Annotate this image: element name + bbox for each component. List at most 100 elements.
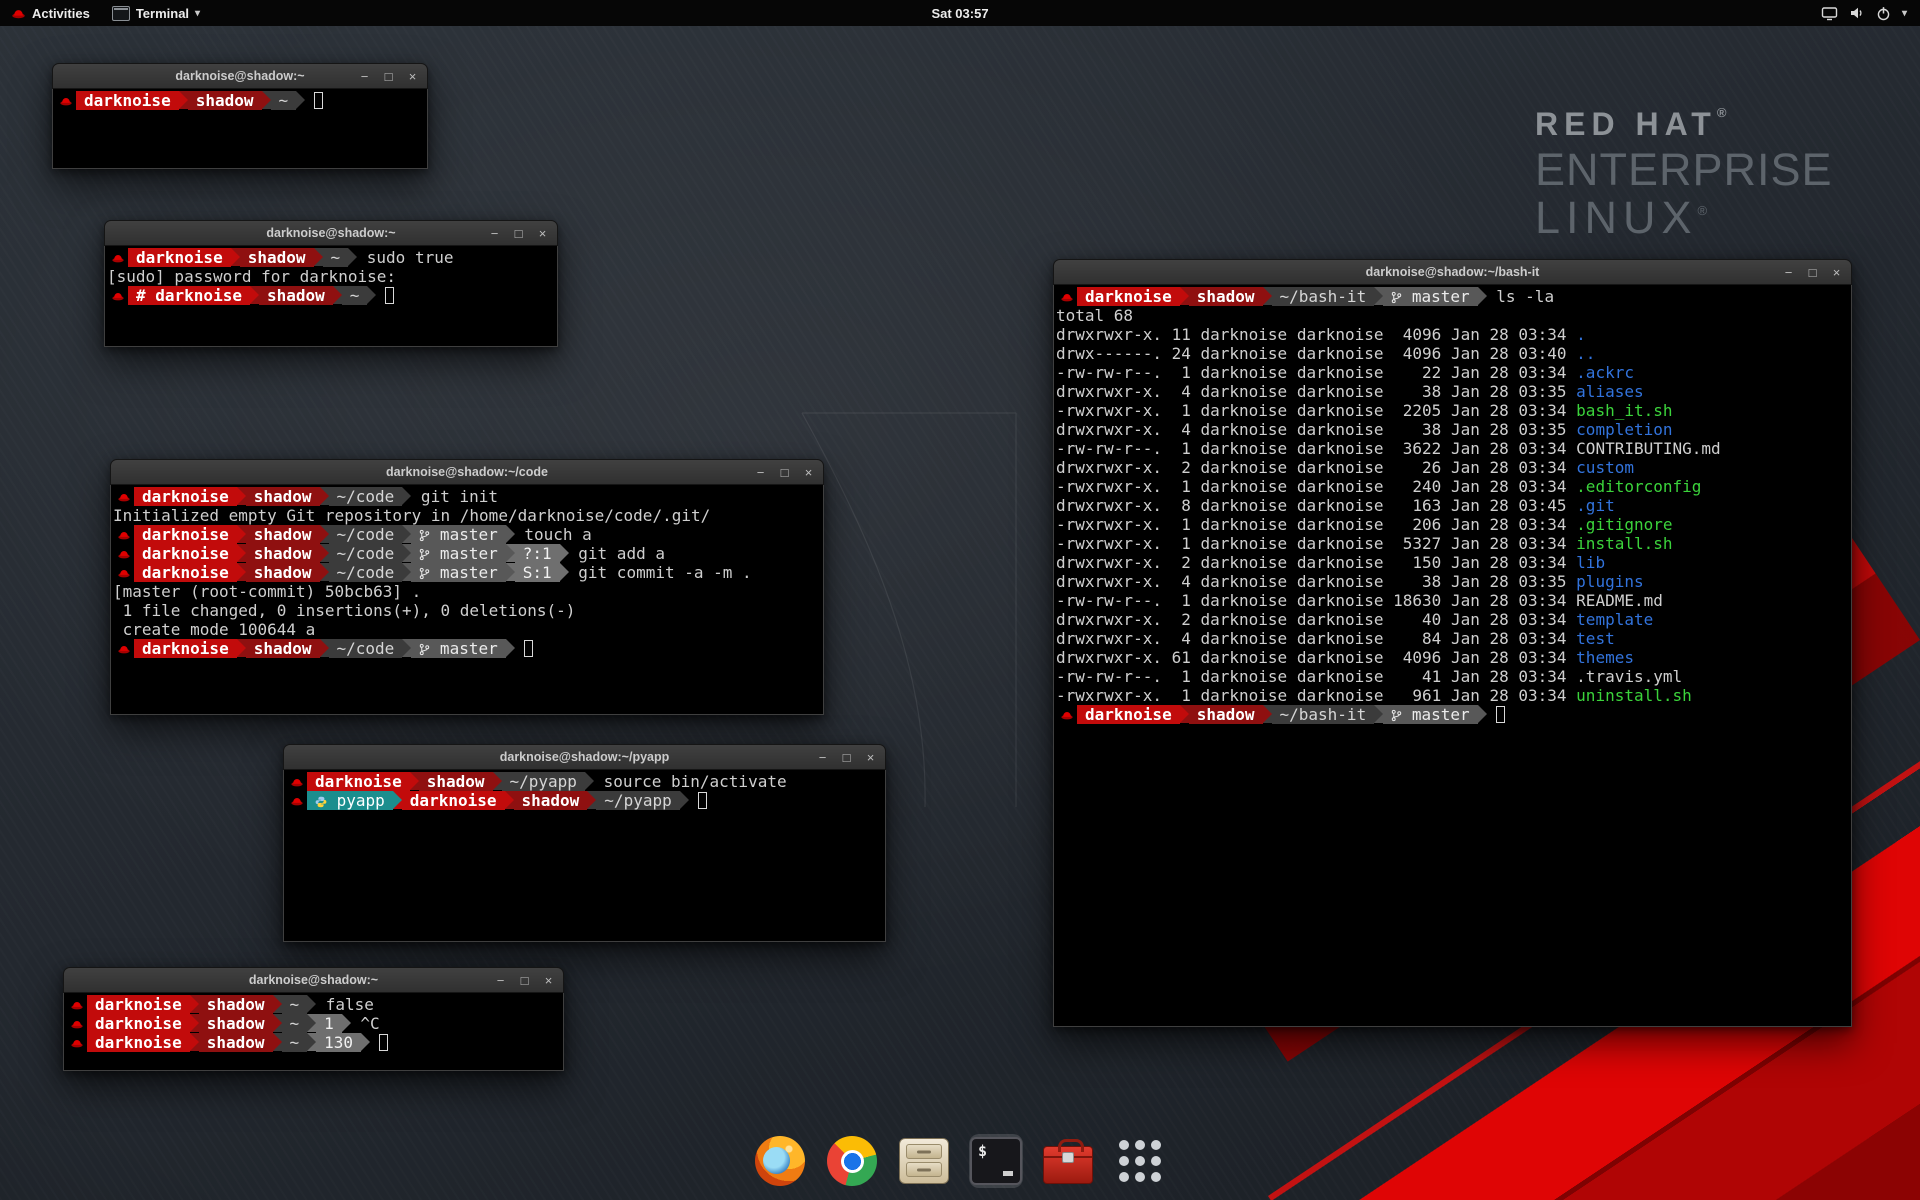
close-button[interactable]: ×: [539, 971, 558, 990]
prompt-segment-user: darknoise: [134, 487, 237, 506]
prompt-segment-user: darknoise: [1077, 705, 1180, 724]
terminal-content[interactable]: darknoiseshadow~ falsedarknoiseshadow~1 …: [63, 993, 564, 1071]
terminal-line: drwxrwxr-x. 2 darknoise darknoise 150 Ja…: [1056, 553, 1850, 572]
terminal-text: template: [1576, 610, 1653, 629]
toolbox-icon[interactable]: [1041, 1134, 1095, 1188]
terminal-content[interactable]: darknoiseshadow~: [52, 89, 428, 169]
close-button[interactable]: ×: [799, 463, 818, 482]
powerline-arrow: [506, 544, 515, 562]
maximize-button[interactable]: □: [379, 67, 398, 86]
app-menu-terminal[interactable]: Terminal ▾: [101, 0, 211, 26]
powerline-arrow: [393, 791, 402, 809]
chrome-icon[interactable]: [825, 1134, 879, 1188]
powerline-arrow: [179, 91, 188, 109]
prompt-segment-host: shadow: [246, 563, 320, 582]
minimize-button[interactable]: −: [485, 224, 504, 243]
terminal-text: Initialized empty Git repository in /hom…: [113, 506, 710, 525]
powerline-arrow: [1478, 705, 1487, 723]
power-icon: [1876, 6, 1891, 21]
powerline-arrow: [262, 91, 271, 109]
window-titlebar[interactable]: darknoise@shadow:~ − □ ×: [52, 63, 428, 89]
terminal-icon[interactable]: [969, 1134, 1023, 1188]
terminal-text: drwxrwxr-x. 2 darknoise darknoise 26 Jan…: [1056, 458, 1576, 477]
powerline-arrow: [585, 772, 594, 790]
powerline-arrow: [506, 639, 515, 657]
powerline-arrow: [402, 525, 411, 543]
terminal-line: darknoiseshadow~130: [66, 1033, 562, 1052]
powerline-arrow: [320, 544, 329, 562]
window-titlebar[interactable]: darknoise@shadow:~/bash-it − □ ×: [1053, 259, 1852, 285]
minimize-button[interactable]: −: [355, 67, 374, 86]
terminal-text: [master (root-commit) 50bcb63] .: [113, 582, 421, 601]
window-titlebar[interactable]: darknoise@shadow:~ − □ ×: [63, 967, 564, 993]
powerline-arrow: [190, 995, 199, 1013]
terminal-line: darknoiseshadow~/code masterS:1 git comm…: [113, 563, 822, 582]
close-button[interactable]: ×: [861, 748, 880, 767]
maximize-button[interactable]: □: [837, 748, 856, 767]
prompt-segment-path: ~: [323, 248, 349, 267]
prompt-segment-user: darknoise: [402, 791, 505, 810]
files-icon[interactable]: [897, 1134, 951, 1188]
brand-redhat: RED HAT®: [1535, 106, 1833, 140]
powerline-arrow: [190, 1014, 199, 1032]
prompt-segment-user: darknoise: [76, 91, 179, 110]
powerline-arrow: [273, 1033, 282, 1051]
app-grid-icon[interactable]: [1113, 1134, 1167, 1188]
maximize-button[interactable]: □: [1803, 263, 1822, 282]
terminal-text: bash_it.sh: [1576, 401, 1672, 420]
powerline-arrow: [506, 563, 515, 581]
powerline-arrow: [560, 544, 569, 562]
activities-button[interactable]: Activities: [0, 0, 101, 26]
powerline-arrow: [342, 1014, 351, 1032]
terminal-content[interactable]: darknoiseshadow~ sudo true[sudo] passwor…: [104, 246, 558, 347]
terminal-text: lib: [1576, 553, 1605, 572]
powerline-arrow: [250, 286, 259, 304]
terminal-content[interactable]: darknoiseshadow~/bash-it master ls -lato…: [1053, 285, 1852, 1027]
window-titlebar[interactable]: darknoise@shadow:~/pyapp − □ ×: [283, 744, 886, 770]
minimize-button[interactable]: −: [1779, 263, 1798, 282]
terminal-content[interactable]: darknoiseshadow~/code git initInitialize…: [110, 485, 824, 715]
terminal-line: total 68: [1056, 306, 1850, 325]
prompt-segment-git: master: [411, 544, 505, 563]
terminal-line: darknoiseshadow~/bash-it master: [1056, 705, 1850, 724]
maximize-button[interactable]: □: [509, 224, 528, 243]
minimize-button[interactable]: −: [491, 971, 510, 990]
close-button[interactable]: ×: [533, 224, 552, 243]
redhat-prompt-icon: [66, 1033, 87, 1052]
firefox-icon[interactable]: [753, 1134, 807, 1188]
clock[interactable]: Sat 03:57: [931, 6, 988, 21]
redhat-icon: [11, 6, 26, 21]
prompt-segment-host: shadow: [259, 286, 333, 305]
window-title: darknoise@shadow:~/bash-it: [1366, 265, 1540, 279]
maximize-button[interactable]: □: [515, 971, 534, 990]
powerline-arrow: [410, 772, 419, 790]
terminal-line: -rw-rw-r--. 1 darknoise darknoise 18630 …: [1056, 591, 1850, 610]
close-button[interactable]: ×: [403, 67, 422, 86]
maximize-button[interactable]: □: [775, 463, 794, 482]
terminal-line: Initialized empty Git repository in /hom…: [113, 506, 822, 525]
terminal-line: drwxrwxr-x. 8 darknoise darknoise 163 Ja…: [1056, 496, 1850, 515]
powerline-arrow: [237, 639, 246, 657]
close-button[interactable]: ×: [1827, 263, 1846, 282]
prompt-segment-path: ~: [282, 1033, 308, 1052]
prompt-segment-host: shadow: [246, 487, 320, 506]
terminal-text: CONTRIBUTING.md: [1576, 439, 1721, 458]
powerline-arrow: [320, 639, 329, 657]
minimize-button[interactable]: −: [813, 748, 832, 767]
powerline-arrow: [231, 248, 240, 266]
window-titlebar[interactable]: darknoise@shadow:~ − □ ×: [104, 220, 558, 246]
terminal-text: plugins: [1576, 572, 1643, 591]
minimize-button[interactable]: −: [751, 463, 770, 482]
terminal-text: .gitignore: [1576, 515, 1672, 534]
window-titlebar[interactable]: darknoise@shadow:~/code − □ ×: [110, 459, 824, 485]
powerline-arrow: [1374, 287, 1383, 305]
terminal-line: darknoiseshadow~ false: [66, 995, 562, 1014]
terminal-window-sudo: darknoise@shadow:~ − □ × darknoiseshadow…: [104, 220, 558, 347]
prompt-segment-path: ~/bash-it: [1272, 705, 1375, 724]
terminal-line: darknoiseshadow~/pyapp source bin/activa…: [286, 772, 884, 791]
terminal-content[interactable]: darknoiseshadow~/pyapp source bin/activa…: [283, 770, 886, 942]
prompt-segment-user: darknoise: [87, 1014, 190, 1033]
prompt-segment-path: ~/code: [329, 525, 403, 544]
system-status-area[interactable]: ▾: [1808, 0, 1920, 26]
terminal-text: drwxrwxr-x. 2 darknoise darknoise 40 Jan…: [1056, 610, 1576, 629]
